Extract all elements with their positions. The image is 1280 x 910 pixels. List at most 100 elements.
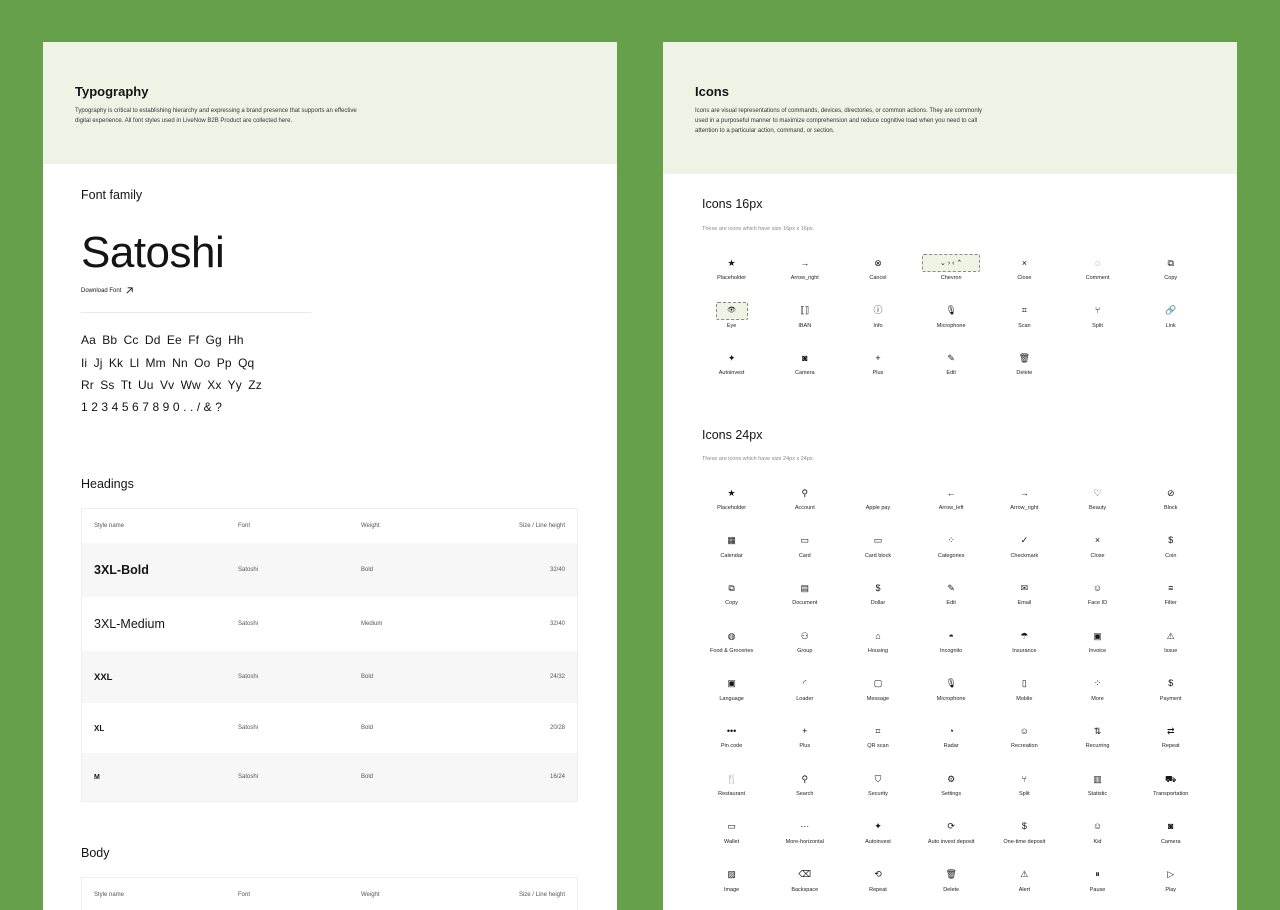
icon-label: Link xyxy=(1165,322,1176,329)
icon-cell: ☂ Insurance xyxy=(988,627,1061,675)
table-row: 3XL-Medium Satoshi Medium 32/40 xyxy=(82,597,577,651)
alphabet-row: Rr Ss Tt Uu Vv Ww Xx Yy Zz xyxy=(81,378,262,392)
icon-label: Pause xyxy=(1089,886,1106,893)
body-table: Style name Font Weight Size / Line heigh… xyxy=(81,877,578,910)
plus-icon: + xyxy=(875,352,881,363)
icon-cell: ⛟ Transportation xyxy=(1134,770,1207,818)
icon-label: Dollar xyxy=(870,600,886,607)
icon-label: Settings xyxy=(941,791,962,798)
font-family-title: Font family xyxy=(81,188,143,202)
delete-icon: 🗑 xyxy=(945,869,957,879)
icon-label: Arrow_right xyxy=(1010,505,1039,511)
icon-label: IBAN xyxy=(798,322,812,329)
icon-label: Eye xyxy=(726,322,737,329)
icon-cell: ▦ Calendar xyxy=(695,532,768,580)
column-header: Weight xyxy=(361,892,380,898)
download-font-link[interactable]: Download Font xyxy=(81,286,134,295)
search-icon: ⚲ xyxy=(801,773,809,784)
icon-cell: ⏸ Pause xyxy=(1061,866,1134,910)
icon-label: Alert xyxy=(1018,886,1030,893)
style-name: XL xyxy=(94,723,105,733)
typography-panel: Typography Typography is critical to est… xyxy=(43,42,617,910)
table-header: Style name Font Weight Size / Line heigh… xyxy=(82,509,577,543)
icon-label: Edit xyxy=(946,370,956,377)
icon-cell: ★ Placeholder xyxy=(695,254,768,302)
payment-icon: $ xyxy=(1168,678,1174,689)
split-icon: ⑂ xyxy=(1021,773,1028,784)
repeat-icon: ⇄ xyxy=(1166,725,1175,736)
font-cell: Satoshi xyxy=(238,725,259,731)
icon-label: Pin code xyxy=(720,743,743,750)
microphone-icon: 🎙 xyxy=(945,678,957,689)
icon-cell: ▷ Play xyxy=(1134,866,1207,910)
icon-cell: ⚇ Group xyxy=(768,627,841,675)
icon-cell: ▢ Message xyxy=(841,675,914,723)
icon-cell: ✦ Autoinvest xyxy=(695,349,768,397)
icon-cell: ⌫ Backspace xyxy=(768,866,841,910)
star-icon: ★ xyxy=(727,487,736,498)
icon-cell: ⧉ Copy xyxy=(695,579,768,627)
icon-cell: ⌗ Scan xyxy=(988,302,1061,350)
icon-label: Chevron xyxy=(940,275,962,281)
icon-label: Plus xyxy=(872,370,884,377)
icon-cell: 👁 Eye xyxy=(695,301,768,350)
icons16-grid: ★ Placeholder → Arrow_right ⊗ Cancel ⌄ › ‹ ⌃ Ch… xyxy=(695,254,1207,397)
icon-label: More xyxy=(1091,695,1104,702)
headings-title: Headings xyxy=(81,477,134,491)
icon-label: Arrow_right xyxy=(790,275,819,281)
icon-cell: + Plus xyxy=(768,722,841,770)
icon-label: Face ID xyxy=(1087,600,1108,607)
housing-icon: ⌂ xyxy=(875,630,881,641)
font-cell: Satoshi xyxy=(238,674,259,680)
icon-label: Placeholder xyxy=(717,505,747,511)
icon-label: Delete xyxy=(943,886,960,893)
icon-label: Auto invest deposit xyxy=(927,838,975,845)
icon-cell: × Close xyxy=(1061,532,1134,580)
icon-label: Block xyxy=(1163,505,1178,511)
scan-icon: ⌗ xyxy=(1021,305,1027,316)
icon-cell: ▣ Language xyxy=(695,675,768,723)
invoice-icon: ▣ xyxy=(1093,630,1102,641)
weight-cell: Bold xyxy=(361,674,374,680)
table-header: Style name Font Weight Size / Line heigh… xyxy=(82,878,577,910)
icon-cell: ⑂ Split xyxy=(1061,302,1134,350)
column-header: Style name xyxy=(94,892,125,898)
icon-label: Microphone xyxy=(936,322,966,329)
icon-cell: ⌄ › ‹ ⌃ Chevron xyxy=(915,254,988,302)
icon-label: Housing xyxy=(867,648,889,655)
icon-cell: ⊗ Cancel xyxy=(841,254,914,302)
icon-cell: ✦ Autoinvest xyxy=(841,818,914,866)
icon-cell: → Arrow_right xyxy=(768,254,841,302)
checkmark-icon: ✓ xyxy=(1020,535,1029,546)
icon-cell: $ Payment xyxy=(1134,675,1207,723)
alphabet-row: Ii Jj Kk Ll Mm Nn Oo Pp Qq xyxy=(81,356,255,370)
icon-label: Info xyxy=(873,322,883,329)
icon-cell: ◜ Loader xyxy=(768,675,841,723)
size-cell: 32/40 xyxy=(549,621,565,627)
icon-label: Split xyxy=(1018,791,1030,798)
icon-cell: ••• Pin code xyxy=(695,722,768,770)
icon-cell: $ Coin xyxy=(1134,532,1207,580)
icon-label: Coin xyxy=(1165,552,1177,559)
icon-label: Cancel xyxy=(869,275,887,281)
icon-cell: ◙ Camera xyxy=(768,349,841,397)
font-name: Satoshi xyxy=(81,228,225,277)
more-icon: ⁘ xyxy=(1093,678,1102,689)
icon-cell: ★ Placeholder xyxy=(695,484,768,532)
weight-cell: Bold xyxy=(361,774,374,780)
iban-icon: ⟦⟧ xyxy=(800,305,810,316)
style-name: 3XL-Medium xyxy=(94,617,165,631)
icon-label: Categories xyxy=(937,552,965,559)
icon-cell: ⇄ Repeat xyxy=(1134,722,1207,770)
icon-label: Close xyxy=(1017,275,1032,281)
icon-label: Repeat xyxy=(1161,743,1180,750)
icon-cell: ⁘ More xyxy=(1061,675,1134,723)
icon-cell: ⌗ QR scan xyxy=(841,722,914,770)
camera-icon: ◙ xyxy=(802,352,808,363)
arrow-right-icon: → xyxy=(1019,487,1029,498)
icon-cell: $ Dollar xyxy=(841,579,914,627)
pin-code-icon: ••• xyxy=(726,725,737,736)
wallet-icon: ▭ xyxy=(727,821,736,832)
size-cell: 24/32 xyxy=(549,674,565,680)
icon-label: Plus xyxy=(799,743,811,750)
